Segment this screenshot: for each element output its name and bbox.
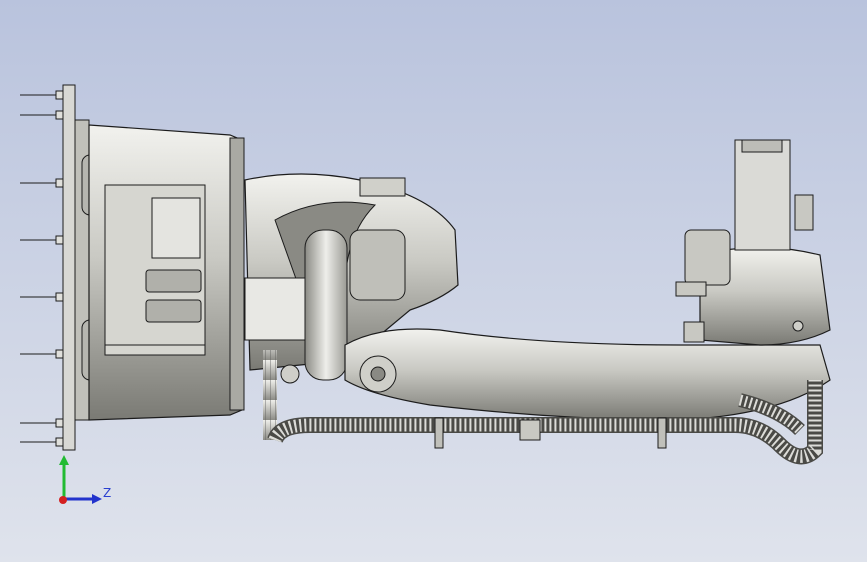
bolt	[20, 349, 64, 359]
base-housing	[88, 124, 245, 421]
bolt	[20, 418, 64, 428]
wrist-motor	[675, 139, 831, 346]
bolt	[20, 110, 64, 120]
x-axis	[59, 496, 67, 504]
y-axis-arrowhead	[59, 455, 69, 465]
bolt	[20, 90, 64, 100]
mounting-bolts	[20, 90, 64, 447]
bolt	[20, 178, 64, 188]
z-axis-arrowhead	[92, 494, 102, 504]
orientation-triad: Z	[59, 455, 111, 504]
z-axis-label: Z	[103, 486, 111, 500]
cad-viewport[interactable]: Z	[0, 0, 867, 562]
robot-arm-model[interactable]	[0, 0, 867, 562]
bolt	[20, 437, 64, 447]
bolt	[20, 292, 64, 302]
bolt	[20, 235, 64, 245]
